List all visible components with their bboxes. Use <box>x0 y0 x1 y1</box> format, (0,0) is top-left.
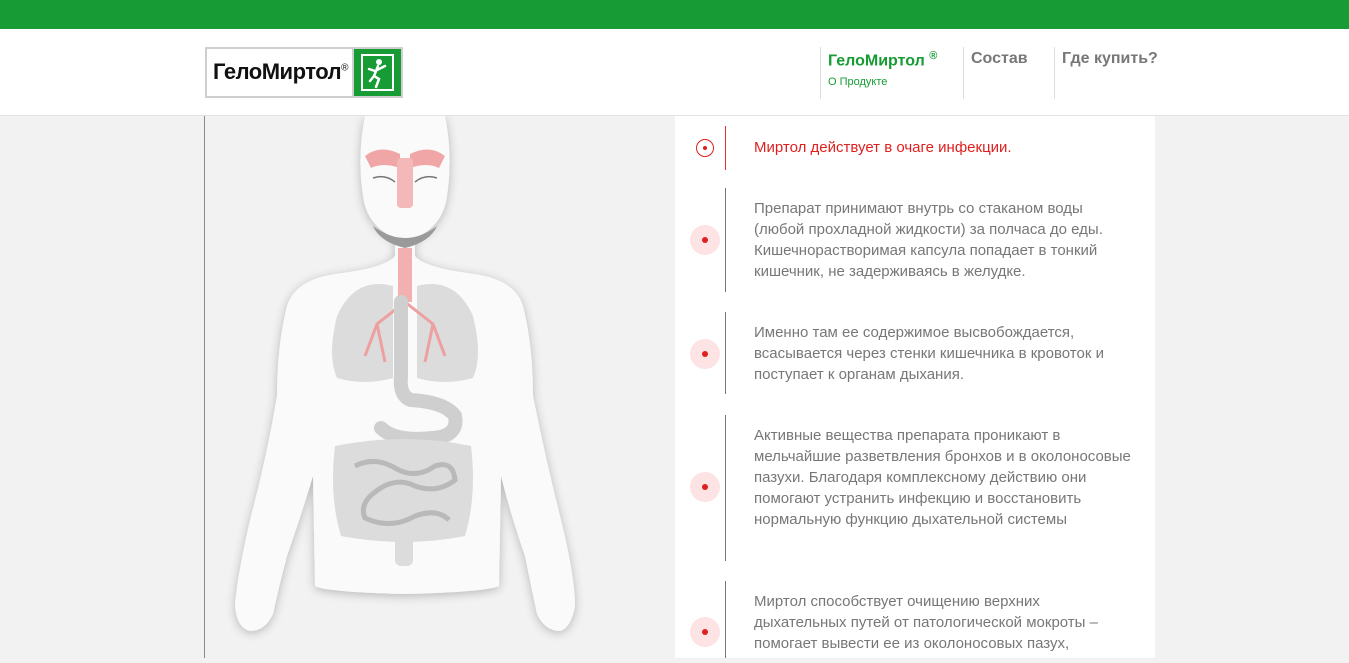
step-text: Активные вещества препарата проникают в … <box>754 427 1131 528</box>
brand-logo[interactable]: ГелоМиртол® <box>205 47 403 98</box>
nav-title: Состав <box>971 50 1028 67</box>
nav-subtitle: О Продукте <box>828 76 888 89</box>
step-dot-icon[interactable] <box>690 225 720 255</box>
step-text: Препарат принимают внутрь со стаканом во… <box>754 200 1103 280</box>
mechanism-steps: Миртол действует в очаге инфекции. Препа… <box>675 116 1155 658</box>
step-line <box>725 581 726 658</box>
list-item[interactable]: Препарат принимают внутрь со стаканом во… <box>675 188 1155 292</box>
nav-title: Где купить? <box>1062 50 1158 67</box>
nav-title: ГелоМиртол ® <box>828 50 938 70</box>
step-dot-icon[interactable] <box>690 339 720 369</box>
list-item[interactable]: Миртол действует в очаге инфекции. <box>675 126 1155 170</box>
nav-item-where-to-buy[interactable]: Где купить? <box>1054 47 1162 99</box>
list-item[interactable]: Активные вещества препарата проникают в … <box>675 415 1155 561</box>
step-dot-icon[interactable] <box>690 472 720 502</box>
step-text: Миртол действует в очаге инфекции. <box>754 139 1012 156</box>
nav-item-composition[interactable]: Состав <box>963 47 1051 99</box>
logo-wordmark: ГелоМиртол® <box>213 59 348 84</box>
list-item[interactable]: Миртол способствует очищению верхних дых… <box>675 581 1155 658</box>
running-figure-icon <box>352 49 401 96</box>
step-dot-icon[interactable] <box>690 133 720 163</box>
human-body-respiratory-digestive-icon <box>215 116 595 658</box>
step-text: Миртол способствует очищению верхних дых… <box>754 593 1098 652</box>
list-item[interactable]: Именно там ее содержимое высвобождается,… <box>675 312 1155 394</box>
site-header: ГелоМиртол® ГелоМиртол ® О Продукте Сост… <box>0 29 1349 116</box>
step-line <box>725 126 726 170</box>
step-text: Именно там ее содержимое высвобождается,… <box>754 324 1104 383</box>
top-green-bar <box>0 0 1349 29</box>
step-line <box>725 415 726 561</box>
left-divider <box>204 116 205 658</box>
step-line <box>725 188 726 292</box>
step-line <box>725 312 726 394</box>
step-dot-icon[interactable] <box>690 617 720 647</box>
nav-item-product[interactable]: ГелоМиртол ® О Продукте <box>820 47 958 99</box>
